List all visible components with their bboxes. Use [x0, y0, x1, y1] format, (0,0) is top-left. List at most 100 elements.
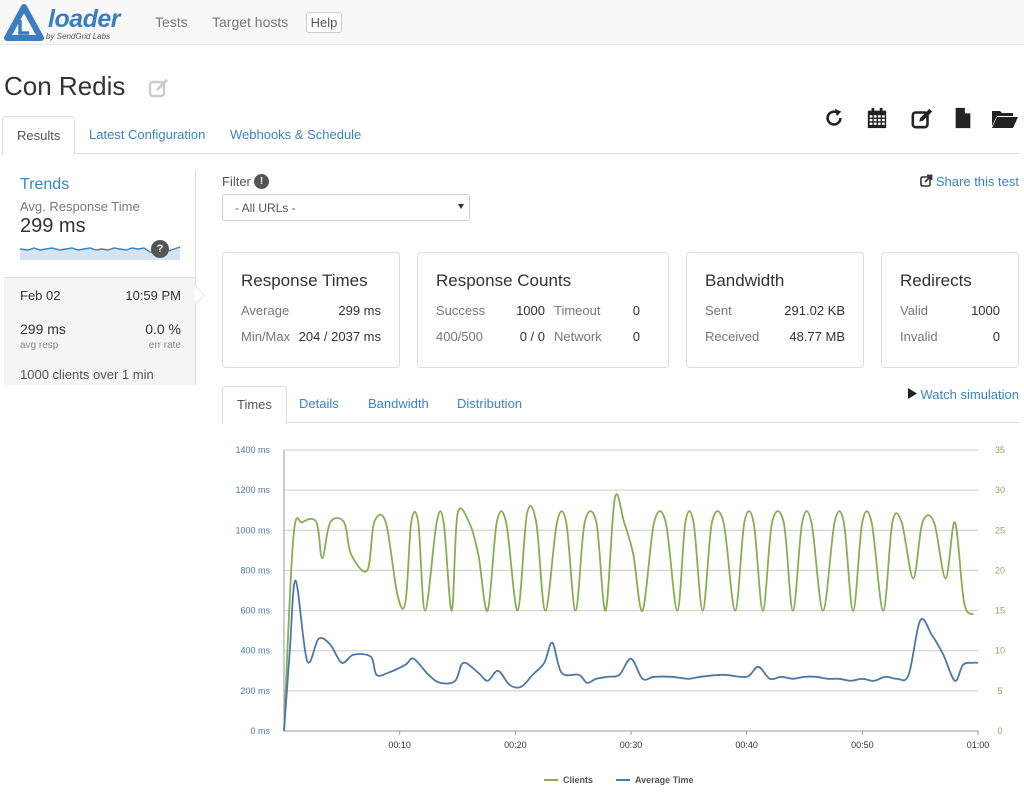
clients-count: 1000 — [20, 367, 49, 382]
y-left-tick-label: 200 ms — [240, 686, 270, 696]
filter-label: Filter — [222, 174, 251, 189]
received-value: 48.77 MB — [789, 329, 845, 344]
tab-distribution[interactable]: Distribution — [443, 386, 536, 424]
box-title: Response Times — [241, 271, 368, 290]
page-title: Con Redis — [4, 71, 126, 101]
success-value: 1000 — [516, 303, 545, 318]
y-right-tick-label: 15 — [995, 606, 1005, 616]
y-right-tick-label: 35 — [995, 445, 1005, 455]
watch-simulation-link[interactable]: Watch simulation — [907, 387, 1020, 402]
minmax-label: Min/Max — [241, 329, 291, 344]
x-tick-label: 00:40 — [735, 740, 758, 750]
clients-mid-text: clients over — [48, 367, 122, 382]
legend-label: Average Time — [635, 775, 694, 785]
avg-resp-value: 299 ms — [20, 321, 66, 337]
y-right-tick-label: 0 — [997, 726, 1002, 736]
err-rate-label: err rate — [148, 340, 181, 351]
series-line-clients — [283, 493, 975, 732]
y-left-tick-label: 400 ms — [240, 646, 270, 656]
help-button[interactable]: Help — [306, 12, 342, 33]
timeout-label: Timeout — [554, 303, 601, 318]
y-left-tick-label: 800 ms — [240, 565, 270, 575]
bandwidth-box: Bandwidth Sent 291.02 KB Received 48.77 … — [686, 252, 864, 368]
nav-link-tests[interactable]: Tests — [155, 14, 188, 30]
series-line-average-time — [283, 579, 979, 732]
run-date: Feb 02 — [20, 288, 61, 303]
redirects-box: Redirects Valid 1000 Invalid 0 — [881, 252, 1019, 368]
top-navbar: loader by SendGrid Labs Tests Target hos… — [0, 0, 1024, 45]
y-right-tick-label: 20 — [995, 565, 1005, 575]
network-value: 0 — [632, 329, 640, 344]
tab-details[interactable]: Details — [285, 386, 353, 424]
share-icon — [920, 174, 933, 187]
trends-subtitle: Avg. Response Time — [20, 199, 140, 214]
trend-help-badge[interactable]: ? — [151, 240, 169, 258]
trends-summary: Trends Avg. Response Time 299 ms ? — [4, 171, 195, 277]
avg-resp-label: avg resp — [20, 340, 59, 351]
logo-text: loader — [48, 5, 121, 33]
x-tick-label: 00:20 — [504, 740, 527, 750]
timeout-value: 0 — [632, 303, 640, 318]
filter-info-icon[interactable]: ! — [254, 174, 269, 189]
loader-logo-icon — [4, 4, 44, 41]
average-label: Average — [241, 303, 290, 318]
trend-latest-run[interactable]: Feb 02 10:59 PM 299 ms avg resp 0.0 % er… — [4, 277, 195, 385]
http-error-value: 0 / 0 — [519, 329, 545, 344]
x-tick-label: 00:30 — [620, 740, 643, 750]
y-right-tick-label: 30 — [995, 485, 1005, 495]
tab-bandwidth[interactable]: Bandwidth — [354, 386, 443, 424]
network-label: Network — [554, 329, 602, 344]
response-counts-box: Response Counts Success 1000 Timeout 0 4… — [417, 252, 669, 368]
minmax-value: 204 / 2037 ms — [298, 329, 381, 344]
x-tick-label: 00:10 — [388, 740, 411, 750]
tab-latest-configuration[interactable]: Latest Configuration — [75, 116, 219, 154]
valid-value: 1000 — [971, 303, 1000, 318]
play-icon — [907, 388, 917, 399]
response-times-box: Response Times Average 299 ms Min/Max 20… — [222, 252, 400, 368]
chart-tabs: Times Details Bandwidth Distribution — [222, 386, 1019, 424]
trends-panel: Trends Avg. Response Time 299 ms ? Feb 0… — [4, 171, 196, 385]
sent-label: Sent — [705, 303, 732, 318]
tab-times[interactable]: Times — [222, 386, 287, 424]
main-tabs: Results Latest Configuration Webhooks & … — [2, 116, 1019, 155]
invalid-label: Invalid — [900, 329, 938, 344]
y-left-tick-label: 1000 ms — [235, 525, 270, 535]
x-tick-label: 01:00 — [967, 740, 990, 750]
run-clients-summary: 1000 clients over 1 min — [20, 367, 154, 382]
run-time: 10:59 PM — [125, 288, 181, 303]
tab-results[interactable]: Results — [2, 116, 76, 155]
legend-label: Clients — [563, 775, 593, 785]
tab-webhooks-schedule[interactable]: Webhooks & Schedule — [216, 116, 375, 154]
average-value: 299 ms — [338, 303, 381, 318]
box-title: Response Counts — [436, 271, 572, 290]
clients-unit: min — [129, 367, 154, 382]
brand-logo[interactable]: loader by SendGrid Labs — [4, 4, 128, 42]
times-chart: 0 ms 0 200 ms 5 400 ms 10 600 ms 15 800 ms 20 1000… — [235, 445, 1005, 785]
watch-label: Watch simulation — [920, 387, 1020, 402]
y-left-tick-label: 0 ms — [250, 726, 270, 736]
chevron-down-icon — [458, 204, 464, 209]
received-label: Received — [705, 329, 760, 344]
panel-pointer-inner — [195, 286, 204, 304]
trends-link[interactable]: Trends — [20, 176, 69, 194]
success-label: Success — [436, 303, 486, 318]
logo-subtitle: by SendGrid Labs — [46, 32, 111, 41]
err-rate-value: 0.0 % — [145, 321, 181, 337]
y-right-tick-label: 25 — [995, 525, 1005, 535]
share-label: Share this test — [935, 174, 1019, 189]
nav-link-target-hosts[interactable]: Target hosts — [212, 14, 288, 30]
box-title: Bandwidth — [705, 271, 785, 290]
invalid-value: 0 — [992, 329, 1000, 344]
sent-value: 291.02 KB — [784, 303, 845, 318]
x-tick-label: 00:50 — [851, 740, 874, 750]
box-title: Redirects — [900, 271, 972, 290]
http-error-label: 400/500 — [436, 329, 483, 344]
url-filter-select[interactable]: - All URLs - — [222, 194, 470, 221]
trends-value: 299 ms — [20, 215, 86, 237]
share-test-link[interactable]: Share this test — [920, 174, 1019, 189]
y-left-tick-label: 600 ms — [240, 606, 270, 616]
edit-icon[interactable] — [148, 77, 170, 99]
y-left-tick-label: 1200 ms — [235, 485, 270, 495]
y-left-tick-label: 1400 ms — [235, 445, 270, 455]
valid-label: Valid — [900, 303, 928, 318]
